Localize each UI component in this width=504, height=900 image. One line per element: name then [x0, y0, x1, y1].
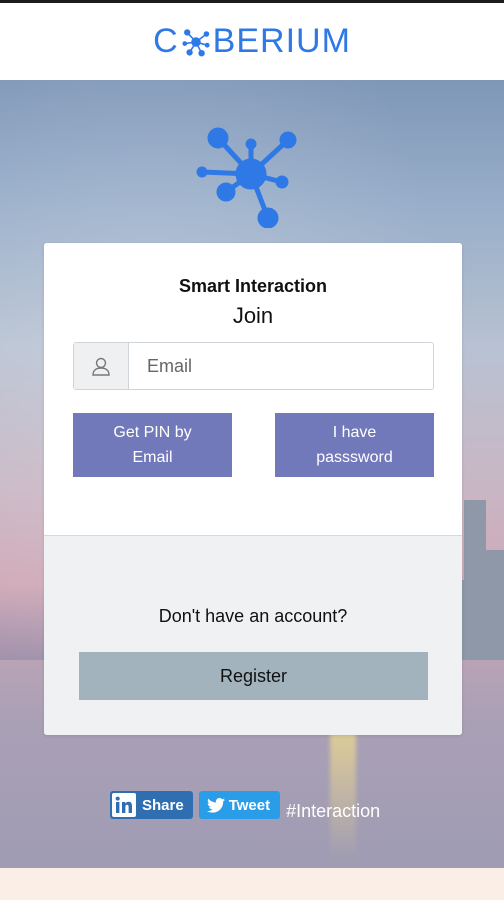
register-button[interactable]: Register — [79, 652, 428, 700]
email-input-group — [73, 342, 434, 390]
tweet-label: Tweet — [228, 796, 271, 814]
brand-logo[interactable]: C BERIUM — [153, 22, 351, 61]
card-subtitle: Smart Interaction — [178, 276, 328, 296]
user-icon — [74, 343, 129, 389]
hashtag-link[interactable]: #Interaction — [286, 801, 380, 822]
email-field[interactable] — [129, 343, 433, 389]
get-pin-label-line1: Get PIN by — [113, 424, 192, 441]
network-hub-icon — [196, 127, 297, 228]
linkedin-share-button[interactable]: Share — [110, 791, 193, 819]
footer-strip — [0, 868, 504, 900]
have-password-label-line1: I have — [332, 424, 377, 441]
get-pin-label-line2: Email — [132, 449, 173, 466]
have-password-button[interactable]: I have passsword — [275, 413, 434, 477]
no-account-text: Don't have an account? — [158, 606, 348, 626]
join-form-section: Smart Interaction Join Get PIN by Email … — [44, 243, 462, 535]
brand-suffix: BERIUM — [212, 22, 351, 60]
tweet-button[interactable]: Tweet — [198, 791, 281, 819]
linkedin-icon — [112, 793, 136, 817]
network-hub-icon — [182, 28, 210, 56]
have-password-label-line2: passsword — [316, 449, 393, 466]
social-share-bar: Share Tweet #Interaction — [110, 790, 380, 822]
brand-prefix: C — [153, 22, 179, 60]
share-label: Share — [142, 796, 184, 814]
register-section: Don't have an account? Register — [44, 535, 462, 735]
twitter-bird-icon — [206, 797, 225, 813]
card-title: Join — [232, 303, 274, 328]
get-pin-button[interactable]: Get PIN by Email — [73, 413, 232, 477]
app-header: C BERIUM — [0, 0, 504, 80]
join-card: Smart Interaction Join Get PIN by Email … — [44, 243, 462, 735]
